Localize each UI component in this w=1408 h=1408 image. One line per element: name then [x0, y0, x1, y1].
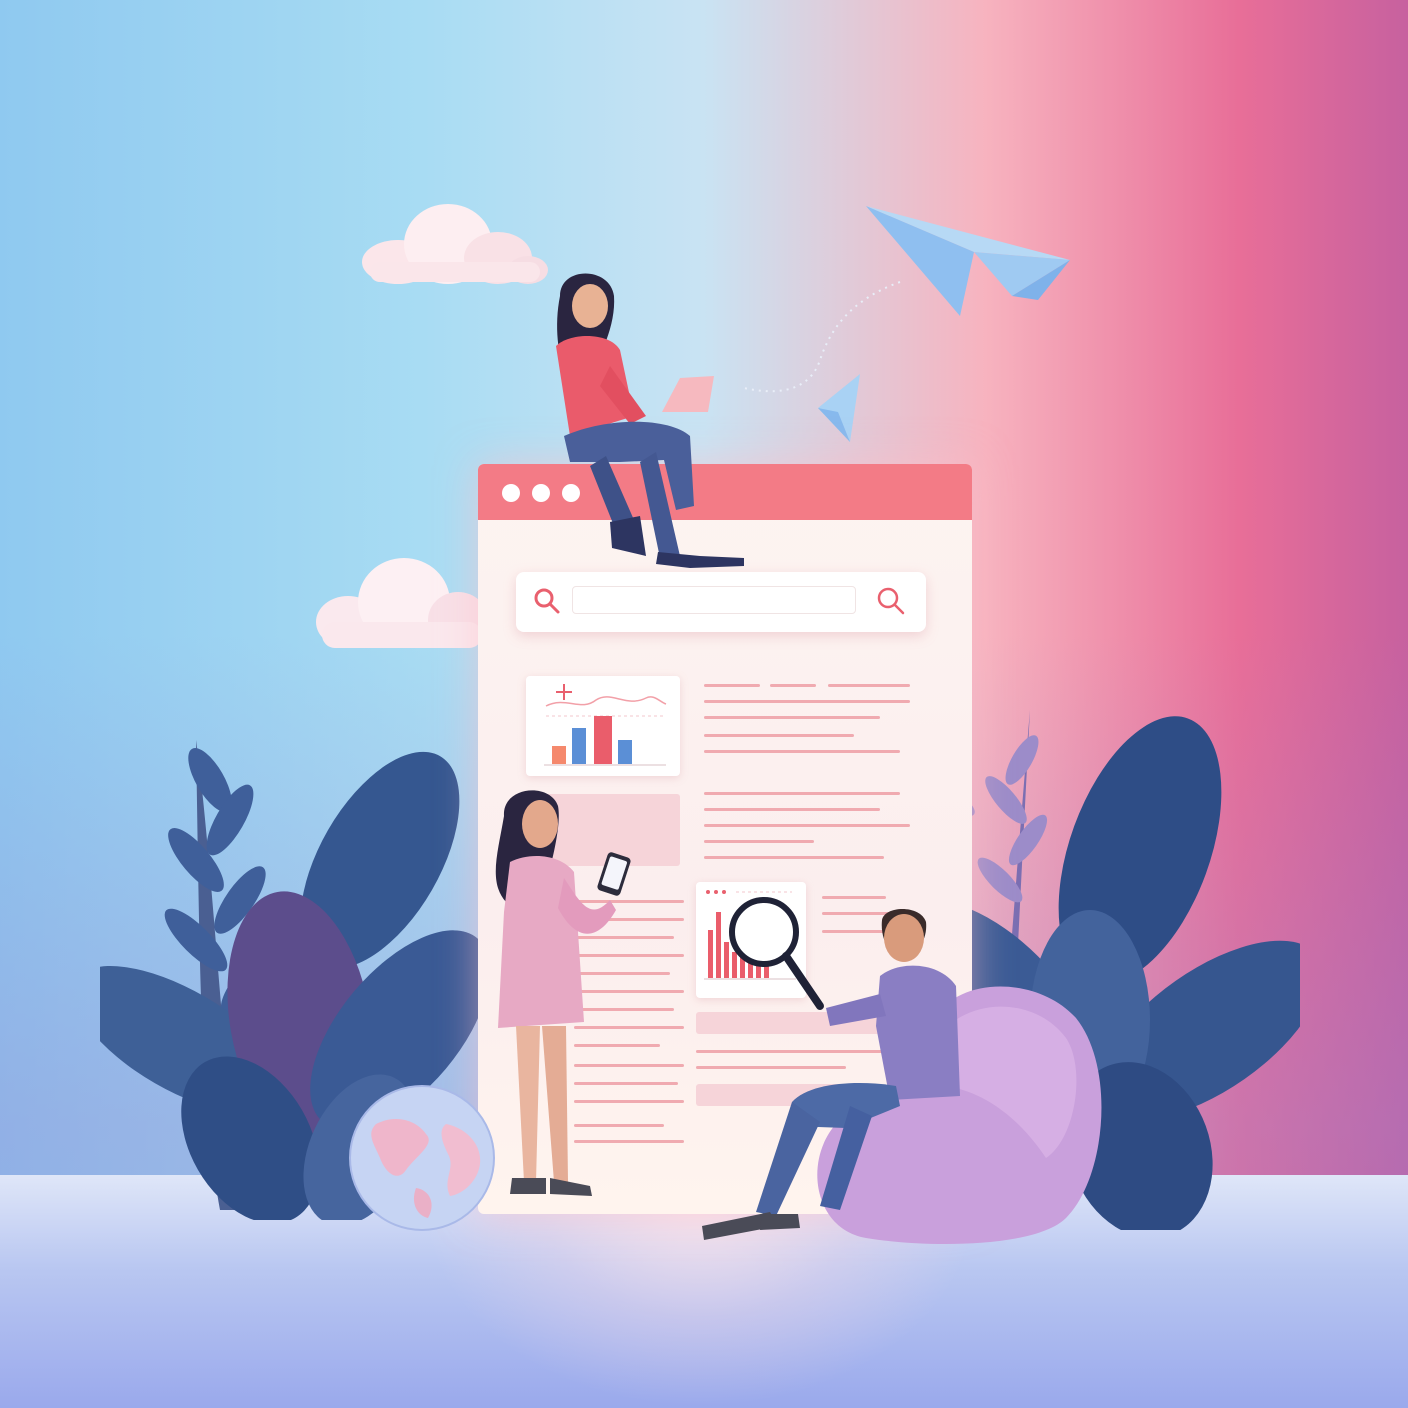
- chart-bar: [618, 740, 632, 764]
- text-line: [704, 856, 884, 859]
- chart-card: [526, 676, 680, 776]
- search-icon: [534, 588, 560, 614]
- text-line: [704, 684, 760, 687]
- text-line: [704, 750, 900, 753]
- search-input[interactable]: [572, 586, 856, 614]
- chart-bar: [572, 728, 586, 764]
- cloud-icon: [362, 204, 548, 284]
- chart-bar: [552, 746, 566, 764]
- man-with-magnifier: [702, 897, 960, 1240]
- text-line: [704, 734, 854, 737]
- text-line: [770, 684, 816, 687]
- text-line: [704, 792, 900, 795]
- search-icon[interactable]: [876, 586, 906, 616]
- text-line: [704, 700, 910, 703]
- mini-bar-chart: [544, 684, 667, 766]
- text-line: [704, 716, 880, 719]
- chart-bar: [594, 716, 612, 764]
- sparkle-icon: [556, 684, 572, 700]
- text-line: [704, 840, 814, 843]
- text-line: [828, 684, 910, 687]
- flight-trail: [743, 281, 901, 393]
- window-dot: [502, 484, 520, 502]
- search-bar[interactable]: [516, 572, 926, 632]
- globe-icon: [349, 1085, 495, 1231]
- woman-with-laptop: [556, 273, 744, 568]
- cloud-icon: [316, 558, 488, 648]
- text-line: [704, 808, 880, 811]
- illustration-scene: [0, 0, 1408, 1408]
- text-line: [704, 824, 910, 827]
- woman-with-phone: [495, 790, 631, 1196]
